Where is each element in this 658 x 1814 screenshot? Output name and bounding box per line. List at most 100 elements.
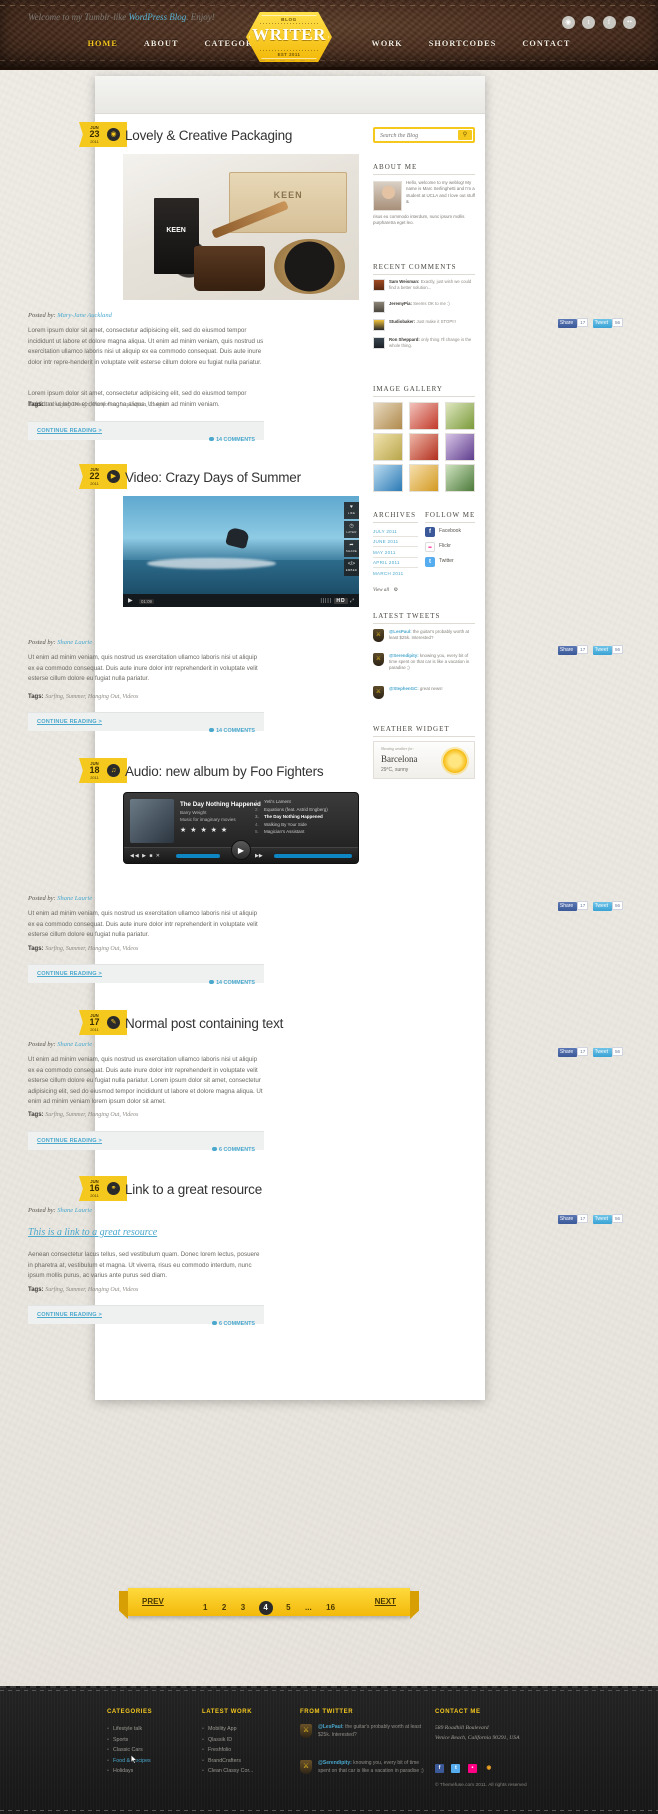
audio-tracklist[interactable]: 1. Yeti's Lament 2. Equations (feat. Astri… bbox=[255, 798, 347, 836]
post-share-buttons[interactable]: Share 17 Tweet 56 bbox=[557, 638, 623, 655]
facebook-share-button[interactable]: Share bbox=[557, 1215, 578, 1224]
footer-work-item[interactable]: BrandCrafters bbox=[202, 1756, 297, 1767]
comment-item[interactable]: Sam Weisman: Exactly, just wish we could… bbox=[373, 279, 475, 298]
continue-reading-link[interactable]: CONTINUE READING > bbox=[37, 1138, 102, 1144]
gallery-thumb[interactable] bbox=[445, 402, 475, 430]
footer-category-item[interactable]: Lifestyle talk bbox=[107, 1724, 197, 1735]
footer-categories-list[interactable]: Lifestyle talk Sports Classic Cars Food … bbox=[107, 1724, 197, 1777]
facebook-icon[interactable]: f bbox=[435, 1764, 444, 1773]
follow-item-facebook[interactable]: f Facebook bbox=[425, 527, 475, 539]
nav-item-about[interactable]: ABOUT bbox=[144, 39, 179, 48]
facebook-share-button[interactable]: Share bbox=[557, 646, 578, 655]
gallery-thumb[interactable] bbox=[373, 433, 403, 461]
audio-seek-bar[interactable] bbox=[176, 854, 220, 858]
gallery-thumb[interactable] bbox=[409, 464, 439, 492]
post-title[interactable]: Lovely & Creative Packaging bbox=[125, 128, 292, 143]
footer-work-item[interactable]: Mobility App bbox=[202, 1724, 297, 1735]
share-button[interactable]: ➦ SHARE bbox=[344, 540, 359, 557]
continue-reading-link[interactable]: CONTINUE READING > bbox=[37, 428, 102, 434]
nav-item-shortcodes[interactable]: SHORTCODES bbox=[429, 39, 497, 48]
post-featured-image[interactable] bbox=[123, 154, 359, 300]
audio-controlbar[interactable]: ◀◀ ▶ ■ ✕ ▶▶ ▶ bbox=[124, 840, 358, 863]
archives-list[interactable]: JULY 2011 JUNE 2011 MAY 2011 APRIL 2011 … bbox=[373, 526, 418, 596]
tweet-handle[interactable]: @Serendipity: bbox=[389, 653, 419, 658]
facebook-icon[interactable]: f bbox=[602, 16, 616, 29]
comments-link[interactable]: 14 COMMENTS bbox=[209, 428, 255, 446]
footer-category-item[interactable]: Sports bbox=[107, 1735, 197, 1746]
footer-tweet-handle[interactable]: @LesPaul: bbox=[318, 1724, 344, 1730]
follow-list[interactable]: f Facebook •• Flickr t Twitter bbox=[425, 527, 475, 572]
comments-link[interactable]: 14 COMMENTS bbox=[209, 719, 255, 737]
post-author-link[interactable]: Mary-Jane Auckland bbox=[57, 312, 112, 319]
tweet-item[interactable]: ⚔ @Serendipity: knowing you, every bit o… bbox=[373, 653, 475, 677]
archive-item[interactable]: APRIL 2011 bbox=[373, 558, 418, 568]
comment-author[interactable]: Studiobaker: bbox=[389, 319, 415, 324]
pagination[interactable]: PREV 1 2 3 4 5 ... 16 NEXT bbox=[119, 1588, 419, 1619]
nav-item-contact[interactable]: CONTACT bbox=[522, 39, 570, 48]
resource-link[interactable]: This is a link to a great resource bbox=[28, 1227, 157, 1238]
next-track-icon[interactable]: ▶▶ bbox=[255, 853, 263, 859]
video-side-buttons[interactable]: ♥ LIKE ◷ LATER ➦ SHARE </> EMBED bbox=[344, 502, 359, 578]
page-1[interactable]: 1 bbox=[203, 1603, 207, 1612]
twitter-share-button[interactable]: Tweet bbox=[592, 1048, 612, 1057]
post-share-buttons[interactable]: Share 17 Tweet 56 bbox=[557, 1207, 623, 1224]
twitter-share-button[interactable]: Tweet bbox=[592, 902, 612, 911]
comment-item[interactable]: Studiobaker: Just make it STOP!!! bbox=[373, 319, 475, 333]
play-pause-button[interactable]: ▶ bbox=[231, 840, 251, 860]
footer-tweet-item[interactable]: ⚔ @Serendipity: knowing you, every bit o… bbox=[300, 1760, 435, 1790]
post-author-link[interactable]: Shane Laurie bbox=[57, 895, 92, 902]
rss-icon[interactable]: ◉ bbox=[561, 16, 575, 29]
flickr-icon[interactable]: • bbox=[467, 1764, 477, 1773]
video-player[interactable]: ♥ LIKE ◷ LATER ➦ SHARE </> EMBED ▶ 01:09 |||… bbox=[123, 496, 359, 607]
post-share-buttons[interactable]: Share 17 Tweet 56 bbox=[557, 1040, 623, 1057]
embed-button[interactable]: </> EMBED bbox=[344, 559, 359, 576]
facebook-share-button[interactable]: Share bbox=[557, 1048, 578, 1057]
nav-item-home[interactable]: HOME bbox=[88, 39, 118, 48]
gallery-thumb[interactable] bbox=[445, 433, 475, 461]
tags-values[interactable]: Surfing, Summer, Hanging Out, Videos bbox=[45, 1112, 138, 1118]
footer-tweet-item[interactable]: ⚔ @LesPaul: the guitar's probably worth … bbox=[300, 1724, 435, 1746]
footer-category-item-active[interactable]: Food & Recipes bbox=[107, 1756, 197, 1767]
archive-item[interactable]: MAY 2011 bbox=[373, 547, 418, 558]
gallery-thumb[interactable] bbox=[373, 464, 403, 492]
tags-values[interactable]: Surfing, Summer, Hanging Out, Videos bbox=[45, 946, 138, 952]
video-right-controls[interactable]: ||||| HD ⤢ bbox=[320, 598, 355, 604]
site-logo[interactable]: BLOG WRITER EST 2011 bbox=[246, 12, 332, 62]
view-all-icon[interactable]: ⚙ bbox=[394, 587, 398, 593]
follow-item-twitter[interactable]: t Twitter bbox=[425, 557, 475, 569]
weather-widget[interactable]: Showing weather for: Barcelona 29°C, sun… bbox=[373, 741, 475, 779]
gallery-thumb[interactable] bbox=[445, 464, 475, 492]
watch-later-button[interactable]: ◷ LATER bbox=[344, 521, 359, 538]
play-icon[interactable]: ▶ bbox=[128, 597, 133, 604]
follow-item-flickr[interactable]: •• Flickr bbox=[425, 542, 475, 554]
tweet-item[interactable]: ⚔ @StephenGC: great news! bbox=[373, 686, 475, 700]
twitter-share-button[interactable]: Tweet bbox=[592, 1215, 612, 1224]
next-page-button[interactable]: NEXT bbox=[375, 1597, 396, 1606]
video-controlbar[interactable]: ▶ 01:09 ||||| HD ⤢ bbox=[123, 594, 359, 607]
tweet-handle[interactable]: @LesPaul: bbox=[389, 629, 412, 634]
comments-link[interactable]: 14 COMMENTS bbox=[209, 971, 255, 989]
comments-link[interactable]: 6 COMMENTS bbox=[212, 1138, 255, 1156]
page-number-list[interactable]: 1 2 3 4 5 ... 16 bbox=[128, 1597, 410, 1615]
search-icon[interactable]: ⚲ bbox=[458, 130, 472, 140]
hd-badge[interactable]: HD bbox=[334, 598, 348, 604]
page-5[interactable]: 5 bbox=[286, 1603, 290, 1612]
footer-work-item[interactable]: Clean Classy Cor... bbox=[202, 1766, 297, 1777]
view-all-link[interactable]: View all bbox=[373, 588, 389, 593]
gallery-thumb[interactable] bbox=[409, 433, 439, 461]
continue-reading-link[interactable]: CONTINUE READING > bbox=[37, 971, 102, 977]
tracklist-item[interactable]: 5. Magician's Assistant bbox=[255, 828, 347, 836]
post-author-link[interactable]: Shane Laurie bbox=[57, 1207, 92, 1214]
twitter-icon[interactable]: t bbox=[582, 16, 596, 29]
audio-volume-bar[interactable] bbox=[274, 854, 352, 858]
gallery-thumb[interactable] bbox=[373, 402, 403, 430]
gallery-thumb[interactable] bbox=[409, 402, 439, 430]
page-16[interactable]: 16 bbox=[326, 1603, 335, 1612]
post-date-flag[interactable]: JUN 18 2011 ♫ bbox=[79, 758, 127, 783]
nav-item-work[interactable]: WORK bbox=[372, 39, 403, 48]
tags-values[interactable]: Packaging Design, Portfolios, Inspiratio… bbox=[45, 402, 166, 408]
like-button[interactable]: ♥ LIKE bbox=[344, 502, 359, 519]
post-title[interactable]: Link to a great resource bbox=[125, 1182, 262, 1197]
post-date-flag[interactable]: JUN 23 2011 ◉ bbox=[79, 122, 127, 147]
post-title[interactable]: Audio: new album by Foo Fighters bbox=[125, 764, 324, 779]
